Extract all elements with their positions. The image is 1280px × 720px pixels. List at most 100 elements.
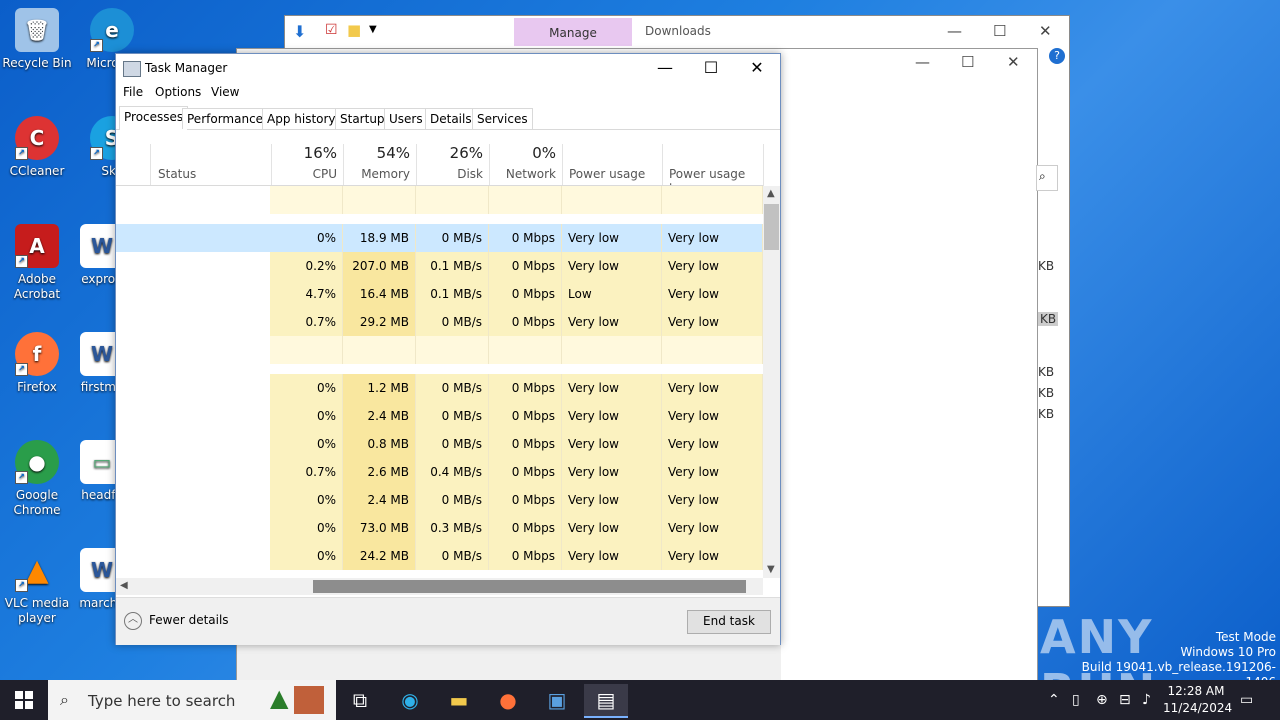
tray-chevron-up-icon[interactable]: ⌃ xyxy=(1048,680,1060,720)
edge-taskbar-icon[interactable]: ◉ xyxy=(388,684,432,716)
table-row[interactable]: 0.7% 29.2 MB 0 MB/s 0 Mbps Very low Very low xyxy=(116,308,763,336)
table-row[interactable] xyxy=(116,336,763,364)
column-header-status[interactable]: Status xyxy=(150,144,272,186)
table-row[interactable]: 0% 24.2 MB 0 MB/s 0 Mbps Very low Very low xyxy=(116,542,763,570)
column-header-network[interactable]: 0% Network xyxy=(489,144,563,186)
table-row[interactable]: 4.7% 16.4 MB 0.1 MB/s 0 Mbps Low Very low xyxy=(116,280,763,308)
memory-header-label: Memory xyxy=(361,167,410,181)
table-row[interactable]: 0% 0.8 MB 0 MB/s 0 Mbps Very low Very low xyxy=(116,430,763,458)
tm-titlebar[interactable]: Task Manager — ☐ ✕ xyxy=(116,54,780,82)
properties-icon[interactable]: ☑ xyxy=(325,22,338,38)
table-row[interactable]: 0.7% 2.6 MB 0.4 MB/s 0 Mbps Very low Very low xyxy=(116,458,763,486)
column-header-memory[interactable]: 54% Memory xyxy=(343,144,417,186)
network-icon[interactable]: ⊟ xyxy=(1119,680,1131,720)
media-player-taskbar-icon[interactable]: ▣ xyxy=(535,684,579,716)
table-cell-pow: Very low xyxy=(562,430,662,458)
vertical-scrollbar[interactable]: ▲ ▼ xyxy=(763,186,780,578)
desktop-icon-acrobat[interactable]: A ↗ Adobe Acrobat xyxy=(1,224,73,302)
tab-users[interactable]: Users xyxy=(384,108,428,129)
table-cell-trend xyxy=(662,186,763,214)
tab-manage[interactable]: Manage xyxy=(514,18,632,46)
column-header-cpu[interactable]: 16% CPU xyxy=(270,144,344,186)
table-cell-trend: Very low xyxy=(662,486,763,514)
horizontal-scrollbar[interactable]: ◀ xyxy=(116,578,763,595)
chevron-down-icon[interactable]: ▼ xyxy=(369,24,377,35)
maximize-icon[interactable]: ☐ xyxy=(993,22,1006,40)
start-button[interactable] xyxy=(0,680,48,720)
column-header-power[interactable]: Power usage xyxy=(562,144,663,186)
fewer-details-link[interactable]: Fewer details xyxy=(149,613,229,627)
scroll-up-arrow-icon[interactable]: ▲ xyxy=(767,188,775,199)
desktop-icon-vlc[interactable]: ▲ ↗ VLC media player xyxy=(1,548,73,626)
menu-file[interactable]: File xyxy=(123,85,143,99)
table-cell-pow: Very low xyxy=(562,224,662,252)
table-row[interactable]: 0% 18.9 MB 0 MB/s 0 Mbps Very low Very low xyxy=(116,224,763,252)
column-header-disk[interactable]: 26% Disk xyxy=(416,144,490,186)
table-cell-disk xyxy=(416,336,489,364)
window-title-downloads: Downloads xyxy=(645,24,711,38)
volume-icon[interactable]: ♪ xyxy=(1142,680,1151,720)
column-header-power-trend[interactable]: Power usage t... xyxy=(662,144,764,195)
chrome-icon: ● ↗ xyxy=(15,440,59,484)
desktop-icon-ccleaner[interactable]: C ↗ CCleaner xyxy=(1,116,73,179)
end-task-button[interactable]: End task xyxy=(687,610,771,634)
scroll-down-arrow-icon[interactable]: ▼ xyxy=(767,564,775,575)
menu-options[interactable]: Options xyxy=(155,85,201,99)
close-icon[interactable]: ✕ xyxy=(1007,53,1020,71)
help-icon[interactable]: ? xyxy=(1049,48,1065,64)
table-cell-net: 0 Mbps xyxy=(489,224,562,252)
close-button[interactable]: ✕ xyxy=(734,54,780,82)
tab-performance[interactable]: Performance xyxy=(182,108,269,129)
download-arrow-icon[interactable]: ⬇ xyxy=(293,22,306,41)
chevron-up-icon[interactable]: ︿ xyxy=(124,612,142,630)
table-cell-disk: 0.1 MB/s xyxy=(416,280,489,308)
table-row[interactable]: 0.2% 207.0 MB 0.1 MB/s 0 Mbps Very low Very l… xyxy=(116,252,763,280)
table-row[interactable]: 0% 1.2 MB 0 MB/s 0 Mbps Very low Very low xyxy=(116,374,763,402)
file-explorer-taskbar-icon[interactable]: ▬ xyxy=(437,684,481,716)
minimize-icon[interactable]: — xyxy=(915,53,930,71)
taskbar-clock[interactable]: 12:28 AM 11/24/2024 xyxy=(1163,683,1232,717)
minimize-button[interactable]: — xyxy=(642,54,688,82)
task-manager-window[interactable]: Task Manager — ☐ ✕ File Options View Pro… xyxy=(115,53,781,645)
table-cell-disk: 0 MB/s xyxy=(416,402,489,430)
tab-processes[interactable]: Processes xyxy=(119,106,189,130)
desktop-icon-chrome[interactable]: ● ↗ Google Chrome xyxy=(1,440,73,518)
notification-icon[interactable]: ▭ xyxy=(1240,680,1253,720)
desktop-icon-firefox[interactable]: f ↗ Firefox xyxy=(1,332,73,395)
maximize-icon[interactable]: ☐ xyxy=(961,53,974,71)
close-icon[interactable]: ✕ xyxy=(1039,22,1052,40)
desktop-icon-label: Google Chrome xyxy=(13,488,61,517)
tab-startup[interactable]: Startup xyxy=(335,108,390,129)
scroll-left-arrow-icon[interactable]: ◀ xyxy=(120,580,128,591)
tab-details[interactable]: Details xyxy=(425,108,477,129)
firefox-taskbar-icon[interactable]: ● xyxy=(486,684,530,716)
recycle-bin-icon: 🗑 xyxy=(15,8,59,52)
table-row[interactable]: 0% 73.0 MB 0.3 MB/s 0 Mbps Very low Very low xyxy=(116,514,763,542)
table-cell-cpu: 0.2% xyxy=(270,252,343,280)
menu-view[interactable]: View xyxy=(211,85,239,99)
house-icon xyxy=(294,686,324,714)
table-cell-mem: 2.4 MB xyxy=(343,402,416,430)
table-row[interactable]: 0% 2.4 MB 0 MB/s 0 Mbps Very low Very low xyxy=(116,402,763,430)
horizontal-scroll-thumb[interactable] xyxy=(313,580,746,593)
table-row[interactable] xyxy=(116,186,763,214)
task-view-icon[interactable]: ⧉ xyxy=(338,684,382,716)
table-cell-disk: 0 MB/s xyxy=(416,430,489,458)
taskbar-search-box[interactable]: ⌕ Type here to search ▲ xyxy=(48,680,336,720)
tray-device-icon[interactable]: ▯ xyxy=(1072,680,1080,720)
table-cell-trend: Very low xyxy=(662,308,763,336)
table-cell-mem: 16.4 MB xyxy=(343,280,416,308)
minimize-icon[interactable]: — xyxy=(947,22,962,40)
tray-security-icon[interactable]: ⊕ xyxy=(1096,680,1108,720)
search-icon[interactable]: ⌕ xyxy=(1039,169,1046,184)
folder-icon[interactable]: ■ xyxy=(347,21,361,39)
table-row[interactable]: 0% 2.4 MB 0 MB/s 0 Mbps Very low Very low xyxy=(116,486,763,514)
tab-services[interactable]: Services xyxy=(472,108,533,129)
desktop-icon-recycle-bin[interactable]: 🗑 Recycle Bin xyxy=(1,8,73,71)
size-label: KB xyxy=(1038,259,1055,273)
vertical-scroll-thumb[interactable] xyxy=(764,204,779,250)
tab-app-history[interactable]: App history xyxy=(262,108,341,129)
desktop-icon-label: Recycle Bin xyxy=(2,56,72,70)
task-manager-taskbar-icon[interactable]: ▤ xyxy=(584,684,628,718)
maximize-button[interactable]: ☐ xyxy=(688,54,734,82)
